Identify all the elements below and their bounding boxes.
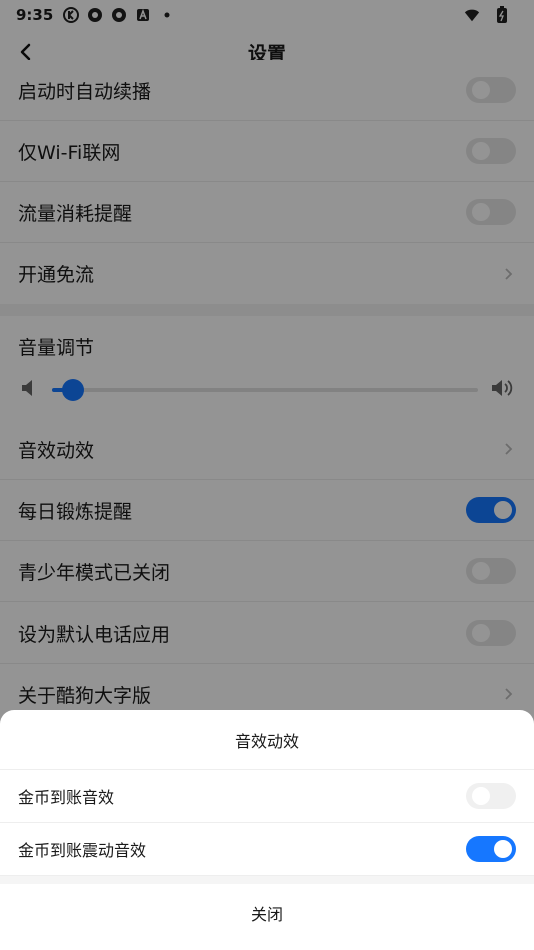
- coin-sound-toggle[interactable]: [466, 783, 516, 809]
- close-button[interactable]: 关闭: [0, 884, 534, 942]
- sheet-item-coin-sound[interactable]: 金币到账音效: [0, 770, 534, 823]
- sound-effects-sheet: 音效动效 金币到账音效 金币到账震动音效 关闭: [0, 710, 534, 950]
- sheet-item-label: 金币到账音效: [18, 788, 115, 807]
- coin-vibration-toggle[interactable]: [466, 836, 516, 862]
- sheet-item-coin-vibration[interactable]: 金币到账震动音效: [0, 823, 534, 876]
- sheet-item-label: 金币到账震动音效: [18, 841, 147, 860]
- sheet-title: 音效动效: [0, 710, 534, 770]
- sheet-divider: [0, 876, 534, 884]
